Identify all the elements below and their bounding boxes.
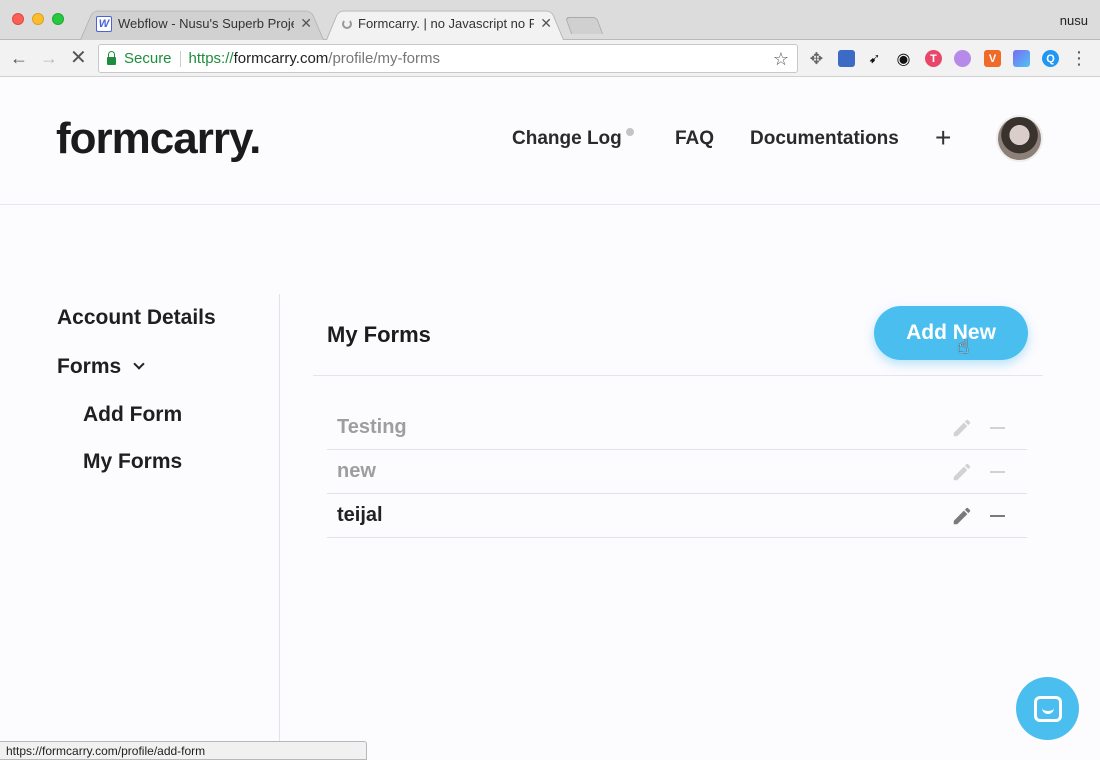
sidebar-item-account-details[interactable]: Account Details [57, 306, 216, 330]
forward-arrow-icon[interactable]: → [40, 48, 58, 68]
new-tab-button[interactable] [564, 17, 604, 34]
nav-documentations[interactable]: Documentations [750, 128, 899, 150]
address-bar[interactable]: Secure https:// formcarry.com /profile/m… [98, 44, 798, 73]
user-avatar[interactable] [996, 115, 1043, 162]
delete-minus-icon[interactable] [990, 515, 1005, 517]
bookmark-extension-icon[interactable] [838, 50, 855, 67]
browser-toolbar: ← → ✕ Secure https:// formcarry.com /pro… [0, 40, 1100, 77]
hand-pointer-icon: ☝ [957, 336, 970, 358]
stop-loading-icon[interactable]: ✕ [70, 48, 87, 68]
page-title: My Forms [327, 322, 431, 347]
forms-list: Testing new teijal [327, 406, 1027, 538]
sidebar-item-my-forms[interactable]: My Forms [83, 450, 182, 474]
browser-menu-icon[interactable]: ⋮ [1070, 48, 1088, 68]
edit-pencil-icon[interactable] [951, 505, 973, 527]
title-divider [313, 375, 1043, 376]
site-logo[interactable]: formcarry. [56, 114, 261, 164]
form-name[interactable]: teijal [337, 504, 1027, 527]
tab-title: Webflow - Nusu's Superb Proje [118, 16, 295, 31]
chevron-down-icon [133, 358, 145, 370]
nav-change-log[interactable]: Change Log [512, 128, 622, 150]
browser-tab-bar: W Webflow - Nusu's Superb Proje ✕ Formca… [0, 0, 1100, 40]
profile-name[interactable]: nusu [1060, 13, 1088, 28]
back-arrow-icon[interactable]: ← [10, 48, 28, 68]
status-url: https://formcarry.com/profile/add-form [6, 743, 206, 758]
nav-faq[interactable]: FAQ [675, 128, 714, 150]
form-name[interactable]: Testing [337, 416, 1027, 439]
site-header: formcarry. Change Log FAQ Documentations… [0, 78, 1100, 205]
webflow-icon: W [96, 15, 112, 32]
lock-icon [107, 50, 116, 65]
plus-icon[interactable]: + [935, 122, 951, 154]
maximize-window-button[interactable] [52, 13, 64, 25]
form-row[interactable]: new [327, 450, 1027, 494]
edit-pencil-icon[interactable] [951, 417, 973, 439]
bird-extension-icon[interactable]: ➹ [866, 50, 883, 67]
minimize-window-button[interactable] [32, 13, 44, 25]
form-row[interactable]: Testing [327, 406, 1027, 450]
form-row[interactable]: teijal [327, 494, 1027, 538]
sidebar-divider [279, 294, 280, 760]
t-extension-icon[interactable]: T [925, 50, 942, 67]
edit-pencil-icon[interactable] [951, 461, 973, 483]
close-window-button[interactable] [12, 13, 24, 25]
chat-bubble-icon [1033, 695, 1062, 722]
notification-dot-icon [626, 128, 634, 136]
delete-minus-icon[interactable] [990, 471, 1005, 473]
move-extension-icon[interactable]: ✥ [808, 50, 825, 68]
bookmark-star-icon[interactable]: ☆ [773, 49, 789, 70]
sidebar-item-forms[interactable]: Forms [57, 355, 145, 379]
chat-widget-button[interactable] [1016, 677, 1079, 740]
tab-webflow[interactable]: W Webflow - Nusu's Superb Proje ✕ [80, 7, 324, 40]
tab-title: Formcarry. | no Javascript no F [358, 16, 535, 31]
sidebar-item-label: Forms [57, 355, 122, 378]
add-new-button[interactable]: Add New [874, 306, 1028, 360]
palette-extension-icon[interactable] [954, 50, 971, 67]
eye-extension-icon[interactable]: ◉ [895, 50, 912, 68]
secure-label: Secure [124, 50, 172, 67]
tab-formcarry[interactable]: Formcarry. | no Javascript no F ✕ [326, 7, 564, 40]
loading-spinner-icon [342, 18, 352, 29]
vs-extension-icon[interactable]: V [984, 50, 1001, 67]
url-scheme: https:// [188, 50, 234, 67]
form-name[interactable]: new [337, 460, 1027, 483]
close-tab-icon[interactable]: ✕ [300, 15, 312, 32]
status-bar: https://formcarry.com/profile/add-form [0, 741, 367, 760]
url-host: formcarry.com [233, 50, 329, 67]
q-extension-icon[interactable]: Q [1042, 50, 1059, 67]
close-tab-icon[interactable]: ✕ [540, 15, 552, 32]
url-path: /profile/my-forms [328, 50, 440, 67]
sidebar-item-add-form[interactable]: Add Form [83, 403, 182, 427]
gradient-extension-icon[interactable] [1013, 50, 1030, 67]
delete-minus-icon[interactable] [990, 427, 1005, 429]
